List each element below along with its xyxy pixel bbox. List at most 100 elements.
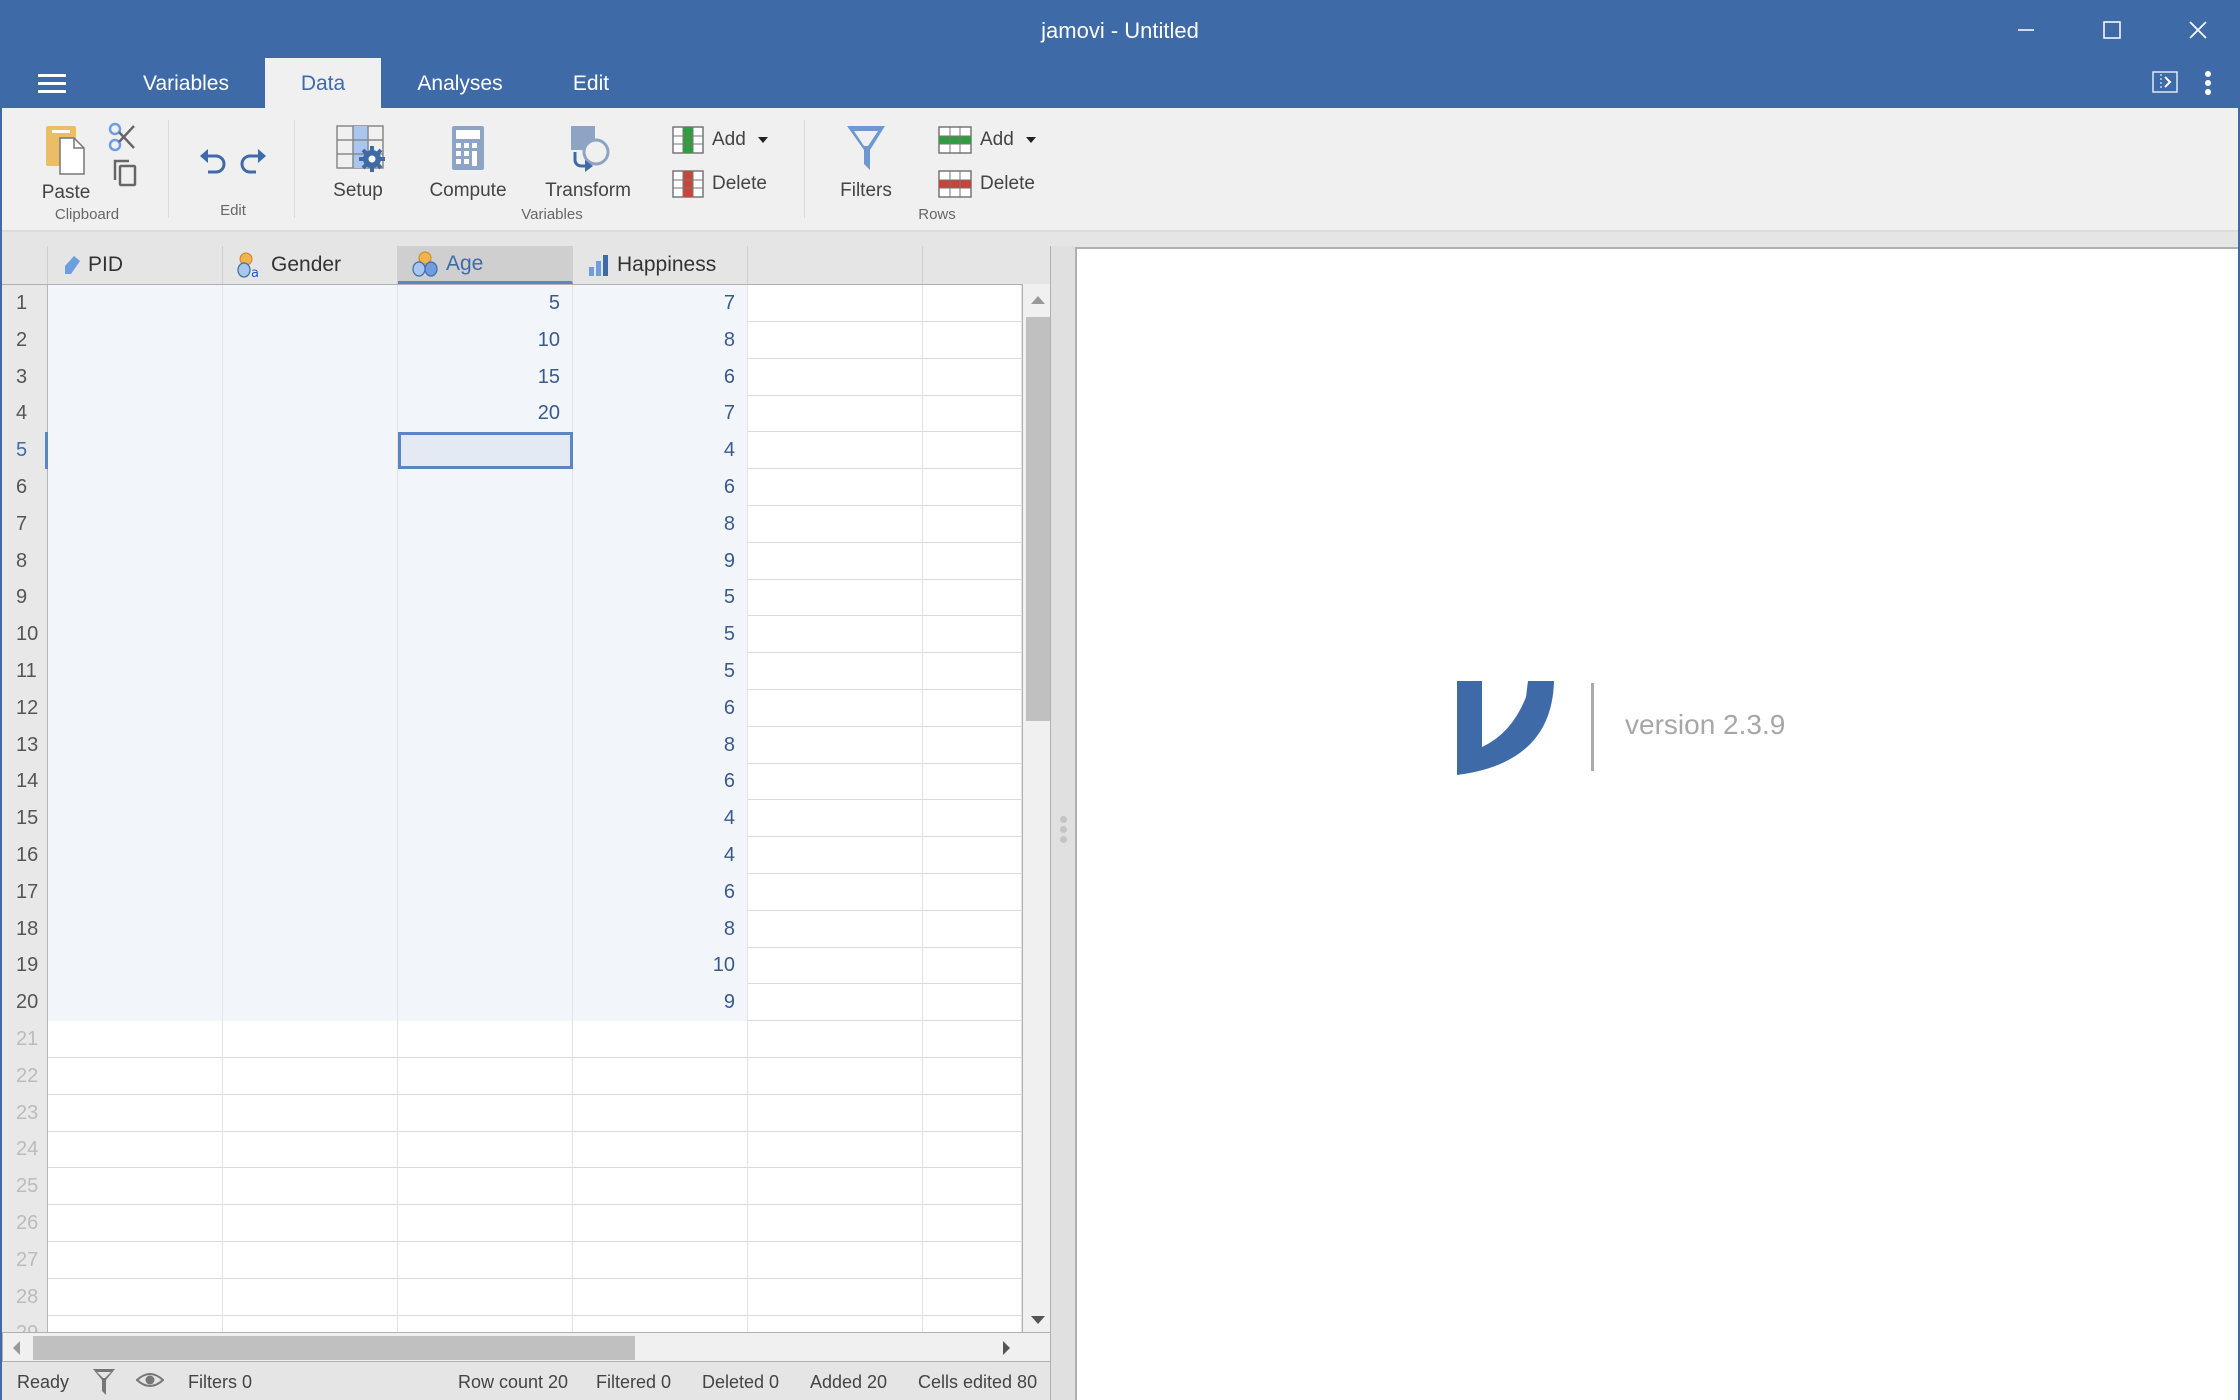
data-cell[interactable]: 8: [573, 726, 748, 764]
row-number[interactable]: 10: [2, 616, 48, 654]
horizontal-scrollbar[interactable]: [2, 1332, 1052, 1362]
data-cell[interactable]: [748, 321, 923, 359]
data-cell[interactable]: 20: [398, 395, 573, 433]
data-cell[interactable]: 10: [573, 947, 748, 985]
data-cell[interactable]: [573, 1241, 748, 1279]
data-cell[interactable]: [398, 579, 573, 617]
row-number[interactable]: 29: [2, 1315, 48, 1332]
data-cell[interactable]: [398, 542, 573, 580]
data-cell[interactable]: [48, 726, 223, 764]
column-header-pid[interactable]: PID: [48, 246, 223, 284]
maximize-button[interactable]: [2082, 8, 2142, 52]
data-cell[interactable]: [748, 432, 923, 470]
row-number[interactable]: 22: [2, 1057, 48, 1095]
data-cell[interactable]: [223, 910, 398, 948]
data-cell[interactable]: [223, 1057, 398, 1095]
data-cell[interactable]: [48, 321, 223, 359]
data-cell[interactable]: 8: [573, 321, 748, 359]
row-number[interactable]: 2: [2, 321, 48, 359]
row-number[interactable]: 13: [2, 726, 48, 764]
data-cell[interactable]: [48, 1241, 223, 1279]
column-header-empty[interactable]: [748, 246, 923, 284]
data-cell[interactable]: [573, 1205, 748, 1242]
data-cell[interactable]: [573, 1021, 748, 1058]
data-cell[interactable]: [48, 984, 223, 1022]
copy-button[interactable]: [112, 158, 138, 193]
data-cell[interactable]: [398, 505, 573, 543]
data-cell[interactable]: [923, 689, 1022, 727]
data-cell[interactable]: [48, 469, 223, 506]
column-header-age[interactable]: Age: [398, 246, 573, 284]
data-cell[interactable]: [923, 1131, 1022, 1169]
data-cell[interactable]: [923, 1021, 1022, 1058]
data-cell[interactable]: [748, 763, 923, 801]
data-cell[interactable]: [223, 689, 398, 727]
data-cell[interactable]: 10: [398, 321, 573, 359]
tab-data[interactable]: Data: [265, 58, 381, 108]
data-cell[interactable]: [923, 1315, 1022, 1332]
row-number[interactable]: 9: [2, 579, 48, 617]
corner-cell[interactable]: [2, 246, 48, 284]
data-cell[interactable]: 5: [398, 285, 573, 322]
data-cell[interactable]: [223, 358, 398, 396]
data-cell[interactable]: [398, 1278, 573, 1316]
data-cell[interactable]: [923, 505, 1022, 543]
filters-button[interactable]: Filters: [828, 124, 904, 202]
data-cell[interactable]: 4: [573, 837, 748, 874]
data-cell[interactable]: [48, 1168, 223, 1206]
data-cell[interactable]: [748, 689, 923, 727]
data-cell[interactable]: 9: [573, 542, 748, 580]
data-cell[interactable]: [398, 910, 573, 948]
data-cell[interactable]: [398, 689, 573, 727]
data-cell[interactable]: [48, 910, 223, 948]
panel-splitter[interactable]: [1050, 246, 1075, 1400]
data-cell[interactable]: 6: [573, 358, 748, 396]
data-cell[interactable]: [923, 726, 1022, 764]
data-cell[interactable]: [923, 1057, 1022, 1095]
data-cell[interactable]: [748, 395, 923, 433]
undo-button[interactable]: [198, 146, 228, 183]
data-cell[interactable]: [923, 469, 1022, 506]
data-cell[interactable]: [748, 285, 923, 322]
row-number[interactable]: 25: [2, 1168, 48, 1206]
data-cell[interactable]: [48, 285, 223, 322]
data-cell[interactable]: [223, 1094, 398, 1132]
data-cell[interactable]: [48, 579, 223, 617]
data-cell[interactable]: [48, 432, 223, 470]
data-cell[interactable]: [748, 1057, 923, 1095]
row-number[interactable]: 16: [2, 837, 48, 874]
row-number[interactable]: 5: [2, 432, 48, 470]
data-cell[interactable]: [48, 1094, 223, 1132]
data-cell[interactable]: 6: [573, 763, 748, 801]
data-cell[interactable]: [398, 616, 573, 654]
data-cell[interactable]: [223, 395, 398, 433]
setup-button[interactable]: Setup: [320, 124, 396, 202]
data-cell[interactable]: [48, 873, 223, 911]
data-cell[interactable]: 7: [573, 395, 748, 433]
data-cell[interactable]: [398, 837, 573, 874]
row-number[interactable]: 7: [2, 505, 48, 543]
data-cell[interactable]: [923, 873, 1022, 911]
vertical-scrollbar[interactable]: [1022, 284, 1052, 1332]
redo-button[interactable]: [238, 146, 268, 183]
data-cell[interactable]: [748, 616, 923, 654]
data-cell[interactable]: [398, 763, 573, 801]
row-number[interactable]: 26: [2, 1205, 48, 1242]
data-cell[interactable]: [748, 1315, 923, 1332]
data-cell[interactable]: [398, 726, 573, 764]
data-cell[interactable]: [923, 542, 1022, 580]
row-number[interactable]: 11: [2, 653, 48, 690]
more-options-button[interactable]: [2202, 70, 2214, 101]
data-cell[interactable]: 8: [573, 910, 748, 948]
paste-button[interactable]: Paste: [38, 124, 94, 204]
row-number[interactable]: 18: [2, 910, 48, 948]
data-cell[interactable]: [398, 1021, 573, 1058]
data-cell[interactable]: [48, 1205, 223, 1242]
data-cell[interactable]: [223, 505, 398, 543]
data-cell[interactable]: 9: [573, 984, 748, 1022]
data-cell[interactable]: [923, 432, 1022, 470]
data-cell[interactable]: [48, 763, 223, 801]
data-cell[interactable]: [748, 469, 923, 506]
row-number[interactable]: 4: [2, 395, 48, 433]
data-cell[interactable]: [573, 1057, 748, 1095]
